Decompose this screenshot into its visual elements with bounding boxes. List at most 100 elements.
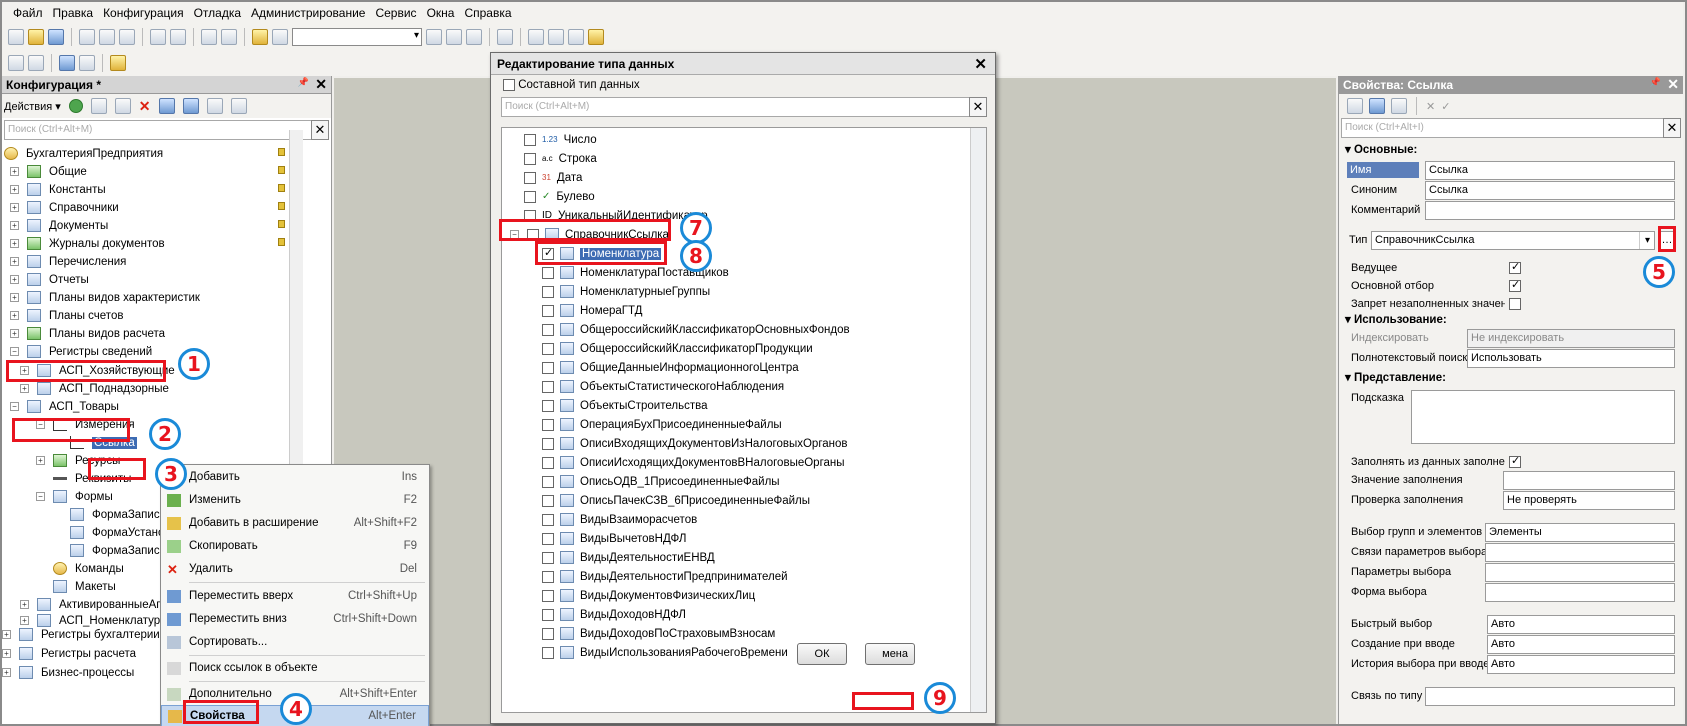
type-item-checkbox[interactable]	[542, 418, 554, 431]
tree-item-business-processes[interactable]: + Бизнес-процессы	[2, 663, 134, 682]
tree-item-asp-goods[interactable]: − АСП_Товары	[10, 397, 119, 416]
type-item-checkbox[interactable]	[542, 323, 554, 336]
type-link-input[interactable]	[1425, 686, 1675, 706]
tree-item-catalogs[interactable]: + Справочники	[10, 198, 119, 217]
type-list-item[interactable]: ОписьПачекСЗВ_6ПрисоединенныеФайлы	[542, 491, 810, 510]
menu-item-sort[interactable]: Сортировать...	[161, 631, 429, 653]
menu-file[interactable]: Файл	[8, 6, 48, 20]
menu-help[interactable]: Справка	[459, 6, 516, 20]
type-item-checkbox[interactable]	[542, 475, 554, 488]
search-prev-icon[interactable]	[466, 29, 482, 45]
menu-item-add[interactable]: Добавить Ins	[161, 466, 429, 488]
syntax-helper-icon[interactable]	[528, 29, 544, 45]
run-debug-icon[interactable]	[110, 55, 126, 71]
type-item-checkbox[interactable]	[542, 608, 554, 621]
search-combo[interactable]	[292, 28, 422, 46]
config-window-icon[interactable]	[28, 55, 44, 71]
menu-edit[interactable]: Правка	[48, 6, 99, 20]
type-list-item[interactable]: ОбщероссийскийКлассификаторПродукции	[542, 339, 813, 358]
menu-item-move-up[interactable]: Переместить вверх Ctrl+Shift+Up	[161, 585, 429, 607]
copy-icon[interactable]	[114, 98, 131, 114]
save-icon[interactable]	[48, 29, 64, 45]
type-list-item[interactable]: ВидыВзаиморасчетов	[542, 510, 697, 529]
menu-item-copy[interactable]: Скопировать F9	[161, 535, 429, 557]
move-down-icon[interactable]	[182, 98, 199, 114]
tree-item-info-registers[interactable]: − Регистры сведений	[10, 342, 152, 361]
clear-search-icon[interactable]: ✕	[311, 120, 329, 140]
history-select[interactable]: Авто	[1487, 654, 1675, 674]
name-input[interactable]: Ссылка	[1425, 160, 1675, 180]
synonym-input[interactable]: Ссылка	[1425, 180, 1675, 200]
database-icon[interactable]	[59, 55, 75, 71]
choice-form-input[interactable]	[1485, 582, 1675, 602]
help-book-icon[interactable]	[568, 29, 584, 45]
type-list-item[interactable]: ОбъектыСтроительства	[542, 396, 707, 415]
sort-icon[interactable]	[206, 98, 223, 114]
tree-item-calc-registers[interactable]: + Регистры расчета	[2, 644, 136, 663]
type-list-item[interactable]: ВидыВычетовНДФЛ	[542, 529, 686, 548]
help-search-icon[interactable]	[548, 29, 564, 45]
window-list-icon[interactable]	[497, 29, 513, 45]
pin-icon[interactable]: 📌	[298, 77, 309, 88]
menu-item-delete[interactable]: ✕ Удалить Del	[161, 558, 429, 580]
find-in-tree-icon[interactable]	[252, 29, 268, 45]
sort-alpha-icon[interactable]	[1347, 98, 1363, 114]
cut-icon[interactable]	[79, 29, 95, 45]
dialog-search-input[interactable]: Поиск (Ctrl+Alt+M) ✕	[501, 97, 987, 117]
section-usage[interactable]: ▾ Использование:	[1345, 298, 1447, 326]
menu-item-move-down[interactable]: Переместить вниз Ctrl+Shift+Down	[161, 608, 429, 630]
type-item-checkbox[interactable]	[542, 551, 554, 564]
type-item-checkbox[interactable]	[542, 361, 554, 374]
quick-choice-select[interactable]: Авто	[1487, 614, 1675, 634]
filter-icon[interactable]	[1391, 98, 1407, 114]
type-item-checkbox[interactable]	[542, 570, 554, 583]
type-item-checkbox[interactable]	[542, 266, 554, 279]
tree-item-commands[interactable]: Команды	[53, 559, 124, 578]
pin-icon[interactable]: 📌	[1650, 77, 1661, 88]
fill-check-select[interactable]: Не проверять	[1503, 490, 1675, 510]
undo-icon[interactable]	[201, 29, 217, 45]
info-icon[interactable]	[588, 29, 604, 45]
tree-item-constants[interactable]: + Константы	[10, 180, 106, 199]
type-list-item[interactable]: ВидыДоходовПоСтраховымВзносам	[542, 624, 775, 643]
redo-icon[interactable]	[221, 29, 237, 45]
type-item-checkbox[interactable]	[542, 532, 554, 545]
menu-item-find-references[interactable]: Поиск ссылок в объекте	[161, 657, 429, 679]
close-icon[interactable]: ✕	[1667, 76, 1679, 93]
menu-configuration[interactable]: Конфигурация	[98, 6, 189, 20]
clear-search-icon[interactable]: ✕	[1663, 118, 1681, 138]
type-list-item[interactable]: ОбщиеДанныеИнформационногоЦентра	[542, 358, 799, 377]
filter-icon[interactable]	[230, 98, 247, 114]
type-item-checkbox[interactable]	[542, 285, 554, 298]
type-item-checkbox[interactable]	[542, 342, 554, 355]
compare-icon[interactable]	[79, 55, 95, 71]
ok-button[interactable]: ОК	[797, 643, 847, 665]
delete-icon[interactable]: ✕	[139, 98, 151, 115]
new-file-icon[interactable]	[8, 29, 24, 45]
chevron-down-icon[interactable]: ▾	[1639, 232, 1655, 249]
type-list-item[interactable]: ОписиВходящихДокументовИзНалоговыхОргано…	[542, 434, 848, 453]
search-icon[interactable]	[272, 29, 288, 45]
type-item-checkbox[interactable]	[542, 494, 554, 507]
type-item-checkbox[interactable]	[542, 627, 554, 640]
tree-item-form-record-2[interactable]: ФормаЗаписи	[70, 541, 166, 560]
config-search-input[interactable]: Поиск (Ctrl+Alt+M) ✕	[4, 120, 329, 140]
type-item-checkbox[interactable]	[542, 646, 554, 659]
section-basic[interactable]: ▾ Основные:	[1345, 142, 1417, 156]
tree-item-root[interactable]: БухгалтерияПредприятия	[4, 144, 163, 163]
open-folder-icon[interactable]	[28, 29, 44, 45]
section-presentation[interactable]: ▾ Представление:	[1345, 370, 1446, 384]
comment-input[interactable]	[1425, 200, 1675, 220]
apply-icon[interactable]: ✓	[1441, 100, 1450, 113]
type-list-item[interactable]: ВидыДоходовНДФЛ	[542, 605, 686, 624]
print-icon[interactable]	[150, 29, 166, 45]
type-list-item[interactable]: ОбщероссийскийКлассификаторОсновныхФондо…	[542, 320, 850, 339]
close-icon[interactable]: ✕	[974, 55, 987, 73]
type-item-checkbox[interactable]	[542, 589, 554, 602]
properties-search-input[interactable]: Поиск (Ctrl+Alt+I) ✕	[1341, 118, 1681, 138]
type-list-item[interactable]: ОписьОДВ_1ПрисоединенныеФайлы	[542, 472, 780, 491]
type-list-item[interactable]: ОбъектыСтатистическогоНаблюдения	[542, 377, 784, 396]
fill-value-input[interactable]	[1503, 470, 1675, 490]
main-filter-checkbox[interactable]	[1509, 278, 1521, 292]
search-down-icon[interactable]	[426, 29, 442, 45]
